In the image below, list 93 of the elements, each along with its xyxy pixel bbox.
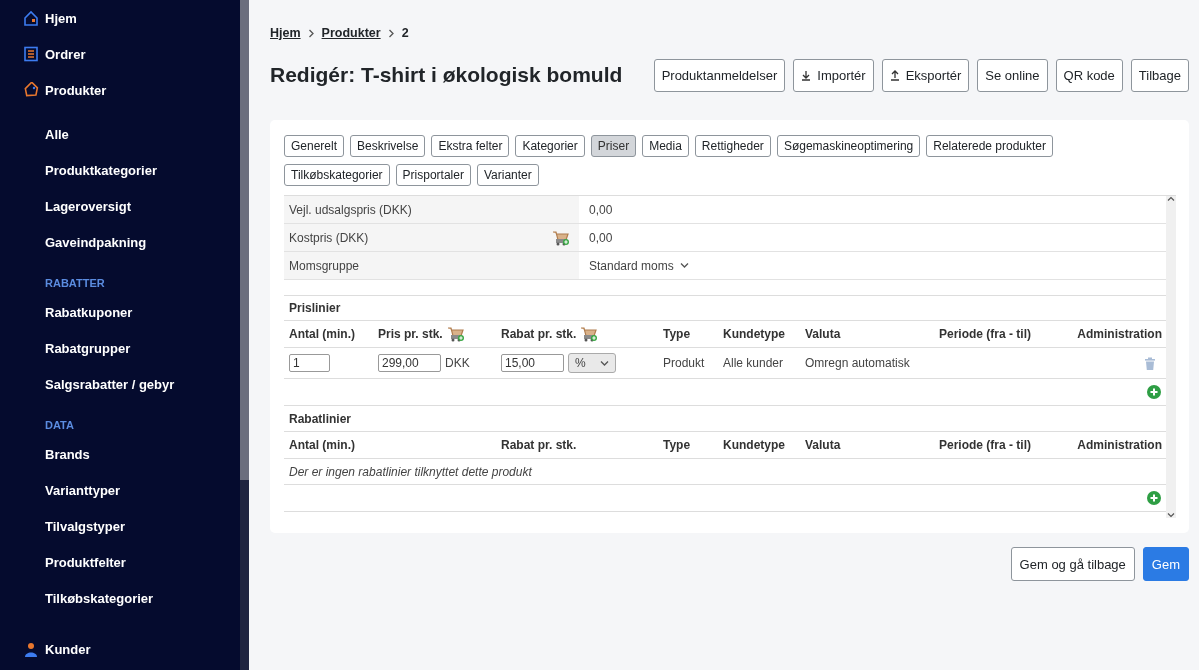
- tab[interactable]: Søgemaskineoptimering: [776, 135, 921, 157]
- tab[interactable]: Ekstra felter: [431, 135, 510, 157]
- tab[interactable]: Relaterede produkter: [926, 135, 1053, 157]
- cart-plus-icon[interactable]: [446, 326, 464, 342]
- nav-item[interactable]: Salgsrabatter / gebyr: [45, 376, 175, 392]
- column-header: Rabat pr. stk.: [501, 438, 577, 452]
- caret-icon: [600, 359, 609, 367]
- unit-dropdown[interactable]: %: [568, 353, 616, 373]
- document-icon[interactable]: [23, 46, 39, 62]
- nav-item[interactable]: Rabatkuponer: [45, 304, 133, 320]
- currency-label: DKK: [445, 356, 470, 370]
- field-label: Vejl. udsalgspris (DKK): [289, 202, 412, 217]
- quantity-input[interactable]: 1: [289, 354, 330, 372]
- download-icon: [801, 69, 812, 81]
- section-heading: RABATTER: [45, 277, 105, 289]
- nav-item[interactable]: Hjem: [45, 10, 77, 26]
- header-button[interactable]: Importér: [793, 58, 874, 92]
- header-button[interactable]: Se online: [977, 58, 1048, 92]
- column-header: Pris pr. stk.: [378, 327, 443, 341]
- column-header: Valuta: [805, 438, 841, 452]
- column-header: Rabat pr. stk.: [501, 327, 577, 341]
- column-header: Type: [663, 438, 691, 452]
- add-icon[interactable]: [1147, 385, 1161, 399]
- breadcrumb-link[interactable]: Hjem: [270, 26, 301, 40]
- tab[interactable]: Media: [642, 135, 689, 157]
- tab[interactable]: Rettigheder: [694, 135, 771, 157]
- column-header: Antal (min.): [289, 327, 355, 341]
- save-button[interactable]: Gem: [1142, 547, 1189, 581]
- table-cell: Omregn automatisk: [805, 356, 910, 370]
- chevron-icon: [307, 28, 315, 38]
- column-header: Administration: [1077, 438, 1162, 452]
- scroll-down-icon[interactable]: [1167, 512, 1175, 518]
- nav-item[interactable]: Produkter: [45, 82, 107, 98]
- tab[interactable]: Varianter: [476, 164, 539, 186]
- cart-plus-icon[interactable]: [580, 326, 598, 342]
- house-icon[interactable]: [23, 10, 39, 26]
- column-header: Kundetype: [723, 327, 785, 341]
- nav-item[interactable]: Rabatgrupper: [45, 340, 131, 356]
- cart-plus-icon[interactable]: [552, 229, 569, 246]
- field-label: Kostpris (DKK): [289, 230, 369, 245]
- table-cell: Alle kunder: [723, 356, 784, 370]
- page-title: Redigér: T-shirt i økologisk bomuld: [270, 63, 623, 87]
- nav-item[interactable]: Gaveindpakning: [45, 234, 147, 250]
- nav-item[interactable]: Tilvalgstyper: [45, 518, 125, 534]
- header-button[interactable]: Produktanmeldelser: [653, 58, 786, 92]
- nav-item[interactable]: Tilkøbskategorier: [45, 590, 154, 606]
- price-input[interactable]: 299,00: [378, 354, 441, 372]
- nav-item[interactable]: Varianttyper: [45, 482, 121, 498]
- field-value: 0,00: [589, 230, 613, 245]
- column-header: Periode (fra - til): [939, 438, 1031, 452]
- scrollbar[interactable]: [1166, 196, 1176, 518]
- tab[interactable]: Generelt: [284, 135, 345, 157]
- tab[interactable]: Tilkøbskategorier: [284, 164, 390, 186]
- nav-item[interactable]: Kunder: [45, 641, 91, 657]
- section-title: Prislinier: [284, 295, 1166, 321]
- upload-icon: [889, 69, 900, 81]
- scrollbar[interactable]: [240, 0, 249, 670]
- column-header: Type: [663, 327, 691, 341]
- tab[interactable]: Kategorier: [515, 135, 585, 157]
- section-title: Rabatlinier: [284, 406, 1166, 432]
- nav-item[interactable]: Produktfelter: [45, 554, 126, 570]
- chevron-icon: [387, 28, 395, 38]
- tab[interactable]: Beskrivelse: [350, 135, 426, 157]
- header-button[interactable]: Tilbage: [1130, 58, 1189, 92]
- discount-input[interactable]: 15,00: [501, 354, 564, 372]
- column-header: Periode (fra - til): [939, 327, 1031, 341]
- nav-item[interactable]: Alle: [45, 126, 69, 142]
- table-cell: Produkt: [663, 356, 705, 370]
- tab[interactable]: Priser: [590, 135, 637, 157]
- header-button[interactable]: Eksportér: [881, 58, 970, 92]
- nav-item[interactable]: Produktkategorier: [45, 162, 157, 178]
- nav-item[interactable]: Brands: [45, 446, 90, 462]
- tab[interactable]: Prisportaler: [395, 164, 471, 186]
- empty-message: Der er ingen rabatlinier tilknyttet dette produkt: [284, 459, 1166, 485]
- breadcrumb-current: 2: [401, 26, 409, 40]
- column-header: Antal (min.): [289, 438, 355, 452]
- dropdown[interactable]: Standard moms: [589, 258, 689, 273]
- section-heading: DATA: [45, 419, 74, 431]
- column-header: Valuta: [805, 327, 841, 341]
- header-button[interactable]: QR kode: [1055, 58, 1123, 92]
- field-value: 0,00: [589, 202, 613, 217]
- column-header: Administration: [1077, 327, 1162, 341]
- caret-icon: [679, 262, 689, 269]
- field-label: Momsgruppe: [289, 258, 360, 273]
- add-icon[interactable]: [1147, 491, 1161, 505]
- breadcrumb-link[interactable]: Produkter: [321, 26, 381, 40]
- person-icon[interactable]: [23, 641, 39, 657]
- save-and-back-button[interactable]: Gem og gå tilbage: [1010, 547, 1135, 581]
- tag-icon[interactable]: [23, 82, 39, 98]
- nav-item[interactable]: Ordrer: [45, 46, 86, 62]
- column-header: Kundetype: [723, 438, 785, 452]
- nav-item[interactable]: Lageroversigt: [45, 198, 131, 214]
- scroll-up-icon[interactable]: [1167, 196, 1175, 202]
